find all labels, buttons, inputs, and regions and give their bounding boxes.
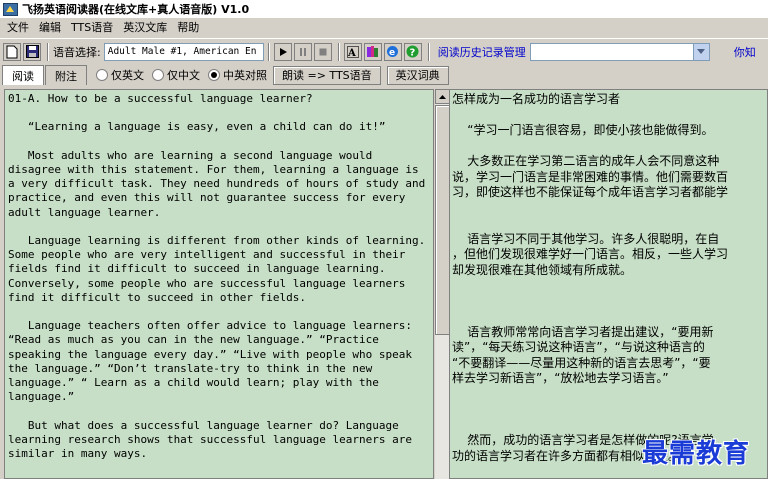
dictionary-button[interactable]: 英汉词典 [386,65,449,85]
books-icon [367,46,379,57]
menu-bar: 文件 编辑 TTS语音 英汉文库 帮助 [0,18,768,36]
new-file-button[interactable] [3,42,21,61]
radio-label: 中英对照 [223,69,267,82]
stop-icon [319,48,327,55]
menu-help[interactable]: 帮助 [172,19,204,35]
play-icon [279,47,287,56]
radio-chinese-only[interactable]: 仅中文 [152,67,200,83]
radio-indicator [152,69,164,81]
stop-button[interactable] [313,42,332,61]
svg-text:?: ? [410,48,416,59]
radio-label: 仅英文 [111,69,144,82]
chevron-up-icon [439,94,446,99]
library-button[interactable] [363,42,382,61]
svg-text:e: e [389,48,395,58]
chinese-text-pane[interactable]: 怎样成为一名成功的语言学习者 “学习一门语言很容易，即使小孩也能做得到。 大多数… [449,89,768,479]
svg-text:A: A [347,48,356,58]
app-icon [3,2,18,16]
help-icon: ? [406,45,419,58]
tab-notes[interactable]: 附注 [45,65,87,85]
view-options-row: 阅读 附注 仅英文 仅中文 中英对照 朗读 => TTS语音 英汉词典 [0,64,768,86]
history-select[interactable] [529,42,710,61]
radio-label: 仅中文 [167,69,200,82]
play-button[interactable] [273,42,292,61]
voice-select[interactable]: Adult Male #1, American En [103,42,264,61]
scroll-thumb[interactable] [435,105,450,335]
globe-e-icon: e [387,46,399,58]
scroll-up-button[interactable] [435,89,450,104]
pause-icon [299,47,306,56]
chinese-text: 怎样成为一名成功的语言学习者 “学习一门语言很容易，即使小孩也能做得到。 大多数… [452,92,729,463]
pause-button[interactable] [293,42,312,61]
voice-select-value: Adult Male #1, American En [107,46,257,57]
toolbar-separator [427,42,430,61]
help-button[interactable]: ? [403,42,422,61]
browser-button[interactable]: e [383,42,402,61]
tab-read[interactable]: 阅读 [2,65,44,85]
history-dropdown-button[interactable] [692,43,709,60]
title-bar: 飞扬英语阅读器(在线文库+真人语音版) V1.0 [0,0,768,18]
radio-english-only[interactable]: 仅英文 [96,67,144,83]
save-icon [25,45,39,58]
voice-select-label: 语音选择: [53,45,101,59]
radio-bilingual[interactable]: 中英对照 [208,67,267,83]
new-file-icon [6,45,18,58]
toolbar-separator [337,42,340,61]
font-icon: A [347,45,359,58]
menu-library[interactable]: 英汉文库 [118,19,172,35]
toolbar-separator [267,42,270,61]
info-link[interactable]: 你知 [730,44,760,60]
history-manage-link[interactable]: 阅读历史记录管理 [434,44,530,60]
read-tts-button[interactable]: 朗读 => TTS语音 [273,65,381,85]
menu-edit[interactable]: 编辑 [34,19,66,35]
menu-file[interactable]: 文件 [2,19,34,35]
toolbar: 语音选择: Adult Male #1, American En A e ? 阅… [0,38,768,64]
english-text: 01-A. How to be a successful language le… [8,92,426,461]
font-button[interactable]: A [343,42,362,61]
radio-indicator [96,69,108,81]
menu-tts[interactable]: TTS语音 [66,19,118,35]
chevron-down-icon [697,49,706,54]
english-scrollbar[interactable] [434,89,450,479]
save-button[interactable] [23,42,41,61]
toolbar-separator [47,42,49,61]
english-text-pane[interactable]: 01-A. How to be a successful language le… [4,89,434,479]
window-title: 飞扬英语阅读器(在线文库+真人语音版) V1.0 [22,3,250,16]
radio-indicator [208,69,220,81]
watermark-logo: 最需教育 [642,439,751,469]
